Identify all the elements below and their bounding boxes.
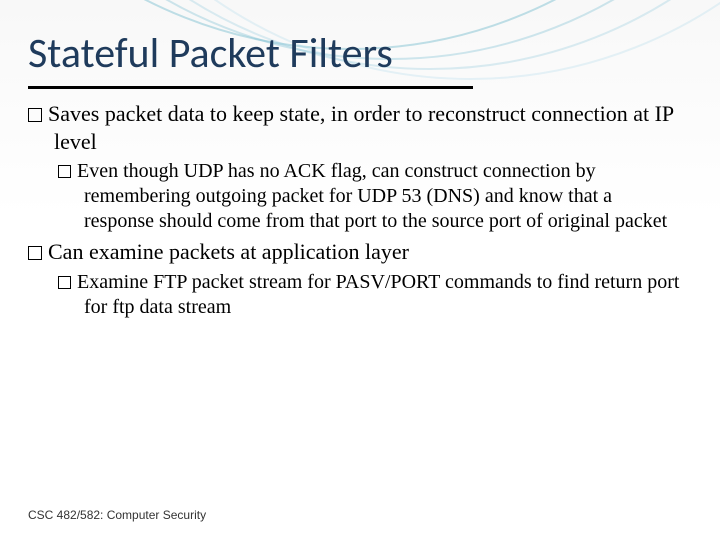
square-bullet-icon xyxy=(58,165,71,178)
square-bullet-icon xyxy=(28,246,42,260)
square-bullet-icon xyxy=(28,108,42,122)
bullet-text: Even though UDP has no ACK flag, can con… xyxy=(77,160,667,232)
slide-body: Saves packet data to keep state, in orde… xyxy=(28,100,680,324)
slide-footer: CSC 482/582: Computer Security xyxy=(28,508,206,522)
title-underline xyxy=(28,86,473,89)
slide-title: Stateful Packet Filters xyxy=(28,28,393,79)
bullet-text: Examine FTP packet stream for PASV/PORT … xyxy=(77,271,679,318)
bullet-level2: Examine FTP packet stream for PASV/PORT … xyxy=(58,270,680,320)
square-bullet-icon xyxy=(58,276,71,289)
bullet-text: Saves packet data to keep state, in orde… xyxy=(48,101,673,154)
bullet-text: Can examine packets at application layer xyxy=(48,239,409,264)
bullet-level1: Saves packet data to keep state, in orde… xyxy=(28,100,680,155)
bullet-level1: Can examine packets at application layer xyxy=(28,238,680,266)
bullet-level2: Even though UDP has no ACK flag, can con… xyxy=(58,159,680,234)
